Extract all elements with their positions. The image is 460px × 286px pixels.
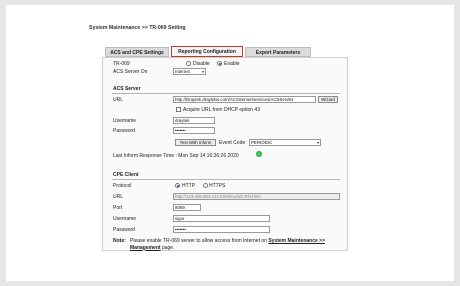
wizard-button[interactable]: Wizard [318,96,338,103]
cpe-password-field[interactable]: ••••••• [173,226,270,233]
event-code-label: Event Code [219,140,246,146]
dhcp-option-checkbox[interactable] [176,107,181,112]
tab-export-parameters[interactable]: Export Parameters [245,47,311,57]
page-title: System Maintenance >> TR-069 Setting [89,25,186,31]
acs-server-on-select[interactable]: Internet ▾ [173,68,206,75]
acs-password-label: Password [113,128,135,134]
test-with-inform-button[interactable]: Test With Inform [175,139,216,146]
note-text: Please enable TR-069 server to allow acc… [130,238,344,251]
protocol-https-radio[interactable] [203,183,208,188]
cpe-divider [112,179,340,180]
note-label: Note: [113,238,126,244]
tab-acs-cpe-settings[interactable]: ACS and CPE Settings [105,47,169,57]
note-body: Please enable TR-069 server to allow acc… [130,238,267,244]
tr069-enable-radio[interactable] [217,61,222,66]
acs-password-field[interactable]: ••••••• [173,127,215,134]
acs-server-on-label: ACS Server On [113,69,148,75]
protocol-http-radio[interactable] [175,183,180,188]
event-code-value: PERIODIC [251,140,273,145]
port-label: Port [113,205,123,211]
last-inform-text: Last Inform Response Time : Mon Sep 14 1… [113,153,239,159]
event-code-select[interactable]: PERIODIC ▾ [249,139,321,146]
acs-username-label: Username [113,118,137,124]
tr069-disable-label: Disable [193,61,210,67]
cpe-password-label: Password [113,227,135,233]
chevron-down-icon: ▾ [316,140,319,145]
tab-reporting-configuration[interactable]: Reporting Configuration [171,46,243,57]
acs-server-on-value: Internet [175,69,190,74]
protocol-label: Protocol [113,183,132,189]
cpe-url-field: http://123.456.654.121:8069/cwm/CRN.html [173,193,340,200]
tr069-label: TR-069 [113,61,130,67]
status-ok-icon [256,151,262,157]
tr069-disable-radio[interactable] [186,61,191,66]
tr069-enable-label: Enable [224,61,240,67]
chevron-down-icon: ▾ [201,69,204,74]
protocol-http-label: HTTP [182,183,196,189]
cpe-client-section-title: CPE Client [113,172,139,178]
cpe-username-label: Username [113,216,137,222]
protocol-https-label: HTTPS [209,183,226,189]
acs-server-section-title: ACS Server [113,86,141,92]
cpe-username-field[interactable]: vigor [173,215,270,222]
acs-username-field[interactable]: draytek [173,117,215,124]
acs-divider [112,93,340,94]
dhcp-option-label: Acquire URL from DHCP option 43 [183,107,260,113]
acs-url-field[interactable]: http://Draytek.draytdns.com/ACSServer/se… [173,96,316,103]
cpe-url-label: URL [113,194,124,200]
port-field[interactable]: 8069 [173,204,201,211]
note-suffix: page. [161,244,175,251]
acs-url-label: URL [113,97,124,103]
